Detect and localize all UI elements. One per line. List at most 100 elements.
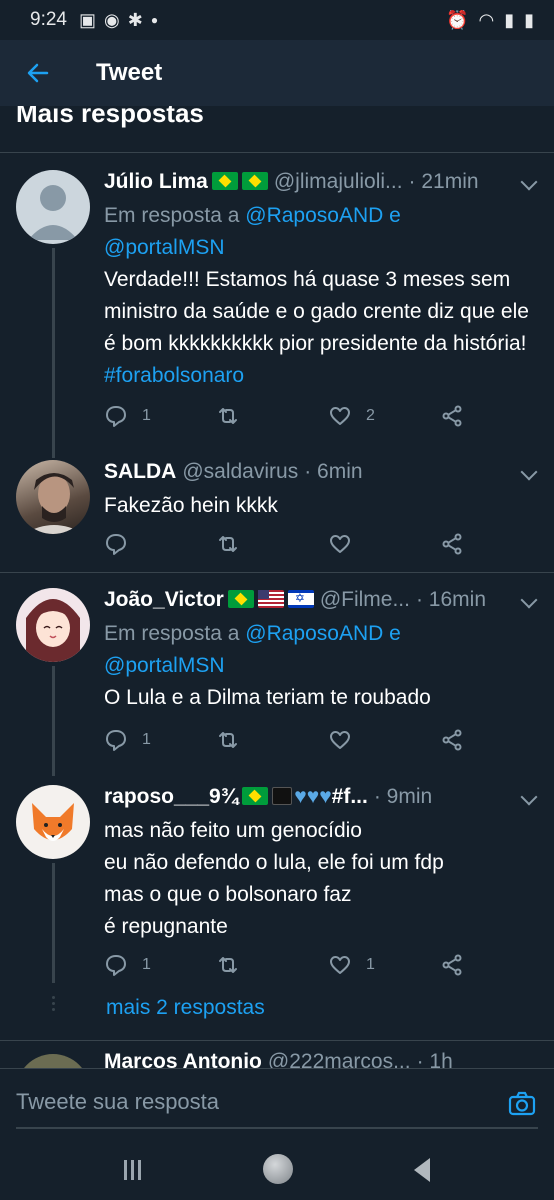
mention-link[interactable]: @RaposoAND xyxy=(245,204,383,227)
recent-apps-icon[interactable] xyxy=(124,1160,146,1180)
avatar[interactable] xyxy=(16,170,90,244)
share-button[interactable] xyxy=(440,953,464,977)
reply-button[interactable]: 1 xyxy=(104,953,151,977)
user-name[interactable]: João_Victor xyxy=(104,588,224,612)
tweet-time: · 1h xyxy=(416,1050,453,1070)
tweet-header: Marcos Antonio @222marcos... · 1h xyxy=(104,1050,453,1070)
wifi-icon: ◠ xyxy=(478,9,495,30)
share-icon xyxy=(442,405,462,427)
reply-to-line: Em resposta a @RaposoAND e @portalMSN xyxy=(104,200,540,264)
reply-count: 1 xyxy=(142,731,151,748)
tweet-options-button[interactable] xyxy=(518,173,540,196)
tweet-options-button[interactable] xyxy=(518,463,540,486)
tweet-text: Verdade!!! Estamos há quase 3 meses sem … xyxy=(104,264,540,392)
reply-to-line: Em resposta a @RaposoAND e @portalMSN xyxy=(104,618,540,682)
user-handle[interactable]: @Filme... xyxy=(320,588,410,612)
tweet-time: · 21min xyxy=(408,170,479,193)
reply-button[interactable]: 1 xyxy=(104,404,151,428)
mention-link[interactable]: @portalMSN xyxy=(104,236,225,259)
mention-link[interactable]: @portalMSN xyxy=(104,654,225,677)
reply-to-prefix: Em resposta a xyxy=(104,622,240,645)
status-notification-icons: ▣ ◉ ✱ ● xyxy=(79,10,158,31)
retweet-button[interactable] xyxy=(216,728,254,752)
user-handle[interactable]: @saldavirus xyxy=(182,460,298,484)
gallery-icon: ▣ xyxy=(78,9,96,30)
user-name[interactable]: Marcos Antonio xyxy=(104,1050,262,1070)
reply-to-conjunction[interactable]: e xyxy=(389,204,401,227)
system-navigation-bar xyxy=(0,1140,554,1200)
like-button[interactable] xyxy=(328,532,366,556)
user-name[interactable]: Júlio Lima xyxy=(104,170,208,194)
reply-icon xyxy=(106,406,126,427)
like-button[interactable]: 2 xyxy=(328,404,375,428)
brazil-flag-icon xyxy=(227,590,254,608)
retweet-icon xyxy=(219,732,237,748)
brazil-flag-icon xyxy=(211,172,238,190)
reply-input[interactable]: Tweete sua resposta xyxy=(16,1089,538,1129)
reply-button[interactable] xyxy=(104,532,142,556)
alarm-icon: ⏰ xyxy=(446,9,469,30)
tweet-text-body: Verdade!!! Estamos há quase 3 meses sem … xyxy=(104,268,535,355)
reply-to-conjunction[interactable]: e xyxy=(389,622,401,645)
tweet-options-button[interactable] xyxy=(518,591,540,614)
tweet-options-button[interactable] xyxy=(518,788,540,811)
reply-count: 1 xyxy=(142,407,151,424)
tweet-header: SALDA @saldavirus · 6min xyxy=(104,460,540,490)
share-icon xyxy=(442,729,462,751)
tweet-header: Júlio Lima @jlimajulioli... · 21min xyxy=(104,170,540,200)
like-count: 2 xyxy=(366,407,375,424)
mention-link[interactable]: @RaposoAND xyxy=(245,622,383,645)
retweet-button[interactable] xyxy=(216,953,254,977)
reply-button[interactable]: 1 xyxy=(104,728,151,752)
avatar[interactable] xyxy=(16,460,90,534)
tweet-time: · 9min xyxy=(373,785,433,808)
brazil-flag-icon xyxy=(241,172,268,190)
tweet-actions: 1 xyxy=(104,728,474,758)
usa-flag-icon xyxy=(257,590,284,608)
divider xyxy=(0,572,554,573)
reply-icon xyxy=(106,955,126,976)
app-notification-icon: ✱ xyxy=(127,9,143,30)
retweet-button[interactable] xyxy=(216,532,254,556)
like-button[interactable] xyxy=(328,728,366,752)
divider xyxy=(0,152,554,153)
user-handle[interactable]: @jlimajulioli... xyxy=(274,170,403,194)
share-button[interactable] xyxy=(440,728,464,752)
chevron-down-icon xyxy=(520,788,538,806)
user-name[interactable]: raposo___9¾ xyxy=(104,785,238,809)
status-time: 9:24 xyxy=(30,9,67,30)
back-arrow-icon[interactable] xyxy=(26,61,50,85)
reply-count: 1 xyxy=(142,956,151,973)
back-icon[interactable] xyxy=(414,1158,430,1182)
retweet-icon xyxy=(219,408,237,424)
reply-input-placeholder: Tweete sua resposta xyxy=(16,1089,220,1114)
reply-to-prefix: Em resposta a xyxy=(104,204,240,227)
reply-icon xyxy=(106,534,126,555)
page-title: Tweet xyxy=(96,59,163,86)
chevron-down-icon xyxy=(520,463,538,481)
blue-heart-icon: ♥♥♥ xyxy=(294,785,332,808)
camera-icon[interactable] xyxy=(508,1091,536,1117)
tweet-header: raposo___9¾ ♥♥♥ #f... · 9min xyxy=(104,785,540,815)
tweet-reply-partial[interactable]: Marcos Antonio @222marcos... · 1h xyxy=(0,1040,554,1070)
show-more-replies-link[interactable]: mais 2 respostas xyxy=(106,996,265,1020)
battery-icon: ▮ xyxy=(524,9,534,30)
tweet-actions: 1 2 xyxy=(104,404,474,434)
user-handle[interactable]: @222marcos... xyxy=(268,1050,411,1070)
share-button[interactable] xyxy=(440,404,464,428)
retweet-icon xyxy=(219,957,237,973)
tweet-time: · 16min xyxy=(415,588,487,611)
reply-composer: Tweete sua resposta xyxy=(0,1068,554,1140)
hashtag-link[interactable]: #forabolsonaro xyxy=(104,364,244,387)
user-name[interactable]: SALDA xyxy=(104,460,176,484)
avatar[interactable] xyxy=(16,588,90,662)
avatar[interactable] xyxy=(16,785,90,859)
tweet-text: O Lula e a Dilma teriam te roubado xyxy=(104,686,431,709)
tweet-text: Fakezão hein kkkk xyxy=(104,494,278,517)
like-count: 1 xyxy=(366,956,375,973)
share-button[interactable] xyxy=(440,532,464,556)
home-icon[interactable] xyxy=(263,1154,293,1184)
like-button[interactable]: 1 xyxy=(328,953,375,977)
brazil-flag-icon xyxy=(242,787,269,805)
retweet-button[interactable] xyxy=(216,404,254,428)
